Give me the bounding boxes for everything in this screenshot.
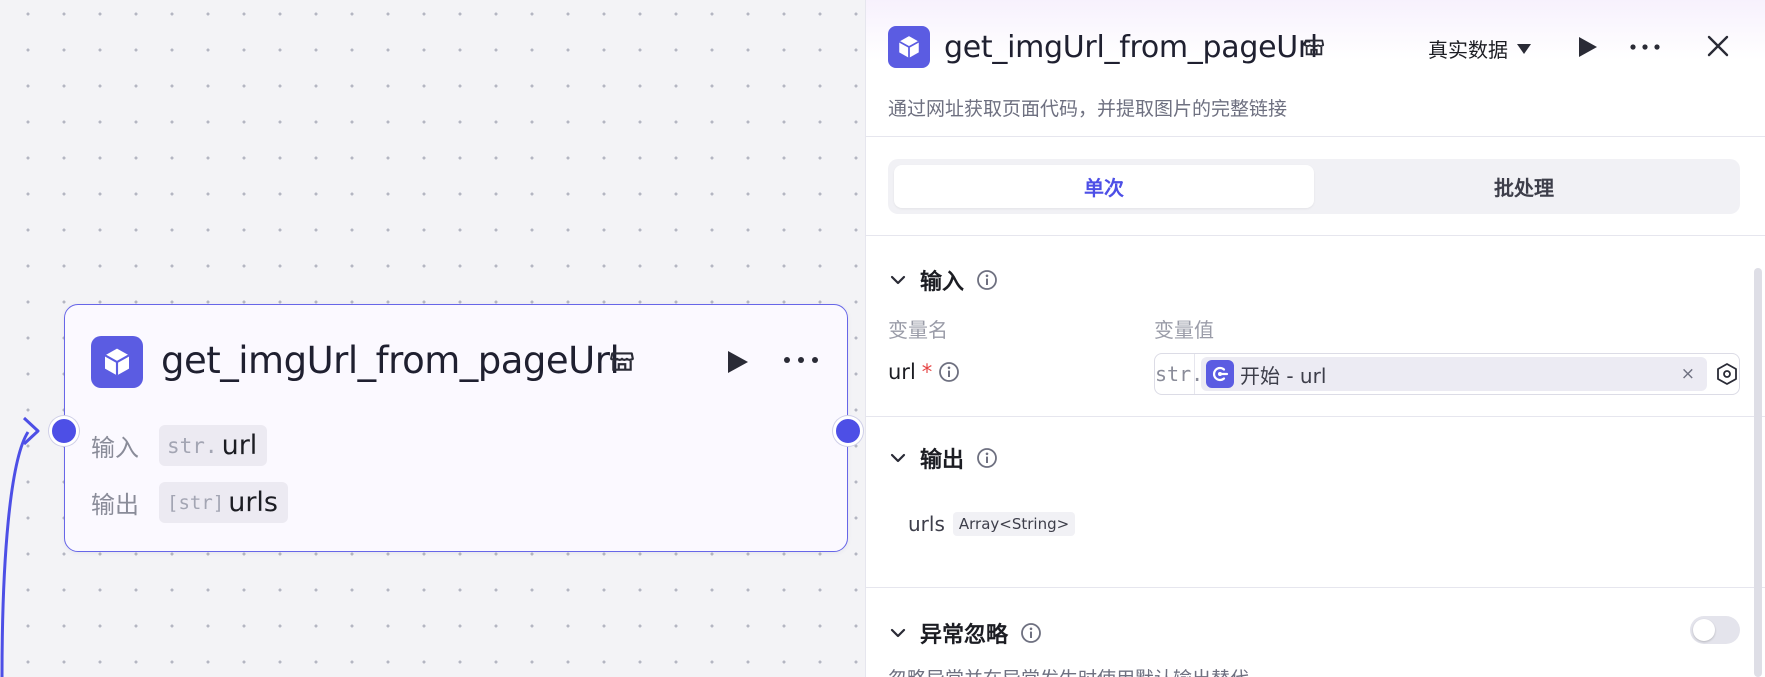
string-type-icon: str. [1155,354,1203,394]
close-icon[interactable] [1704,32,1732,60]
input-var-name: url * [888,360,960,384]
node-output-label: 输出 [91,491,139,519]
output-var-type: Array<String> [952,512,1076,536]
node-output-row: 输出 [str] urls [91,482,288,523]
clear-icon[interactable]: × [1681,364,1695,384]
output-var-name: urls [908,512,945,536]
tab-batch[interactable]: 批处理 [1314,165,1734,208]
panel-title: get_imgUrl_from_pageUrl [944,30,1318,65]
chevron-down-icon [890,628,906,638]
input-section-header[interactable]: 输入 [888,264,998,296]
node-config-panel: get_imgUrl_from_pageUrl 真实数据 通过网址获取页面代码，… [865,0,1765,677]
output-section-header[interactable]: 输出 [888,442,998,474]
divider [866,235,1765,236]
output-name: urls [228,487,278,518]
column-var-value: 变量值 [1154,318,1214,342]
divider [866,587,1765,588]
error-ignore-toggle[interactable] [1690,616,1740,644]
error-section-description: 忽略异常并在异常发生时使用默认输出替代 [888,664,1249,677]
chevron-down-icon [890,453,906,463]
variable-reference-chip[interactable]: 开始 - url × [1201,357,1707,391]
input-name: url [221,430,258,461]
cube-icon [91,336,143,388]
node-input-label: 输入 [91,434,139,462]
error-section-title: 异常忽略 [920,623,1009,648]
string-type-icon: str. [167,433,218,458]
input-port[interactable] [49,416,79,446]
input-tag: str. url [159,425,268,466]
plugin-node[interactable]: get_imgUrl_from_pageUrl 输入 str. url 输出 [… [64,304,848,552]
store-icon [1303,39,1325,56]
node-input-row: 输入 str. url [91,425,268,466]
info-icon[interactable] [938,361,960,383]
run-icon[interactable] [721,347,751,377]
chevron-down-icon [890,275,906,285]
var-name-label: url [888,360,916,384]
divider [866,416,1765,417]
tab-single[interactable]: 单次 [894,165,1314,208]
input-section-title: 输入 [920,270,965,295]
output-section-title: 输出 [920,448,965,473]
column-var-name: 变量名 [888,318,948,342]
run-icon[interactable] [1574,34,1600,60]
output-port[interactable] [833,416,863,446]
input-var-value-field[interactable]: str. 开始 - url × [1154,353,1740,395]
more-icon[interactable] [781,345,821,375]
info-icon[interactable] [976,447,998,469]
start-node-icon [1206,360,1234,388]
string-array-type-icon: [str] [167,491,225,514]
panel-scrollbar[interactable] [1754,268,1762,677]
node-title: get_imgUrl_from_pageUrl [161,339,620,382]
variable-reference-text: 开始 - url [1240,363,1327,388]
output-tag: [str] urls [159,482,288,523]
data-mode-dropdown[interactable]: 真实数据 [1428,34,1532,63]
run-mode-tabs: 单次 批处理 [888,159,1740,214]
info-icon[interactable] [976,269,998,291]
info-icon[interactable] [1020,622,1042,644]
caret-down-icon [1517,43,1531,54]
output-var-row: urls Array<String> [908,512,1076,536]
required-mark: * [921,360,933,384]
cube-icon [888,26,930,68]
data-mode-label: 真实数据 [1428,38,1508,62]
panel-description: 通过网址获取页面代码，并提取图片的完整链接 [888,98,1288,120]
more-icon[interactable] [1628,34,1662,60]
toggle-knob [1693,619,1715,641]
error-section-header[interactable]: 异常忽略 [888,617,1042,649]
store-icon [610,352,634,371]
panel-header: get_imgUrl_from_pageUrl 真实数据 通过网址获取页面代码，… [866,0,1765,137]
variable-picker-icon[interactable] [1715,362,1739,386]
